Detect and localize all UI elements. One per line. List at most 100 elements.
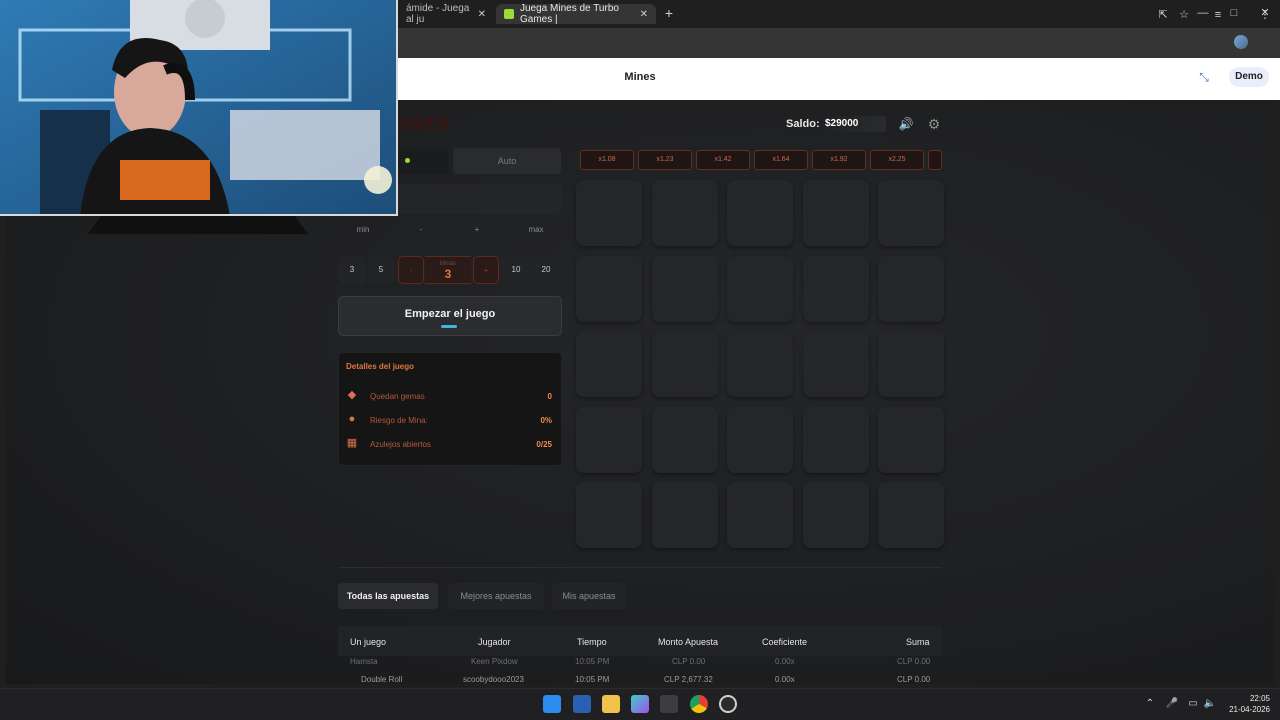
webcam-stand <box>88 216 308 234</box>
new-tab-button[interactable]: + <box>660 4 678 22</box>
media-controls-icon[interactable]: ≡ <box>1210 7 1226 23</box>
windows-start-icon[interactable] <box>543 695 561 713</box>
mine-tile[interactable] <box>878 256 944 322</box>
bookmark-star-icon[interactable]: ☆ <box>1176 7 1192 23</box>
mine-tile[interactable] <box>878 331 944 397</box>
mines-quick-10[interactable]: 10 <box>503 256 529 284</box>
table-row-amount: CLP 2,677.32 <box>664 675 713 684</box>
multiplier-chip: x1.23 <box>638 150 692 170</box>
details-risk-label: Riesgo de Mina: <box>370 416 428 425</box>
store-icon[interactable] <box>660 695 678 713</box>
table-row-game: Double Roll <box>361 675 403 684</box>
balance-label: Saldo: <box>786 118 820 130</box>
bet-max-button[interactable]: max <box>511 222 561 238</box>
demo-button[interactable]: Demo <box>1229 67 1269 87</box>
copilot-icon[interactable] <box>631 695 649 713</box>
mine-tile[interactable] <box>803 331 869 397</box>
clock-time: 22:05 <box>1249 694 1270 703</box>
collapse-icon[interactable]: ⤡ <box>1196 70 1212 84</box>
tray-chevron-icon[interactable]: ⌃ <box>1143 697 1157 711</box>
bets-table-header <box>338 626 942 656</box>
bet-amount-input[interactable] <box>398 184 562 214</box>
mine-tile[interactable] <box>652 407 718 473</box>
mine-tile[interactable] <box>878 407 944 473</box>
tab-best-bets[interactable]: Mejores apuestas <box>448 583 544 609</box>
mines-value: 3 <box>444 267 452 281</box>
mines-increment-button[interactable]: + <box>473 256 499 284</box>
word-icon[interactable] <box>573 695 591 713</box>
browser-tab-inactive[interactable]: ámide - Juega al ju ✕ <box>398 3 494 25</box>
mine-tile[interactable] <box>576 180 642 246</box>
volume-icon[interactable]: 🔈 <box>1203 697 1217 711</box>
mine-tile[interactable] <box>803 482 869 548</box>
tab-my-bets[interactable]: Mis apuestas <box>552 583 626 609</box>
mine-tile[interactable] <box>652 482 718 548</box>
mines-count-display: Minas 3 <box>425 256 471 284</box>
section-divider <box>338 567 942 568</box>
column-header-amount: Monto Apuesta <box>658 637 719 647</box>
bet-increase-button[interactable]: + <box>452 222 502 238</box>
gem-icon: ◆ <box>347 389 357 401</box>
mine-tile[interactable] <box>576 256 642 322</box>
microphone-icon[interactable]: 🎤 <box>1165 697 1179 711</box>
mine-tile[interactable] <box>878 180 944 246</box>
chrome-icon[interactable] <box>690 695 708 713</box>
start-button-indicator <box>441 325 457 328</box>
webcam-image <box>0 0 396 214</box>
mine-tile[interactable] <box>727 256 793 322</box>
multiplier-chip: x1.42 <box>696 150 750 170</box>
mine-tile[interactable] <box>803 407 869 473</box>
gear-icon[interactable]: ⚙ <box>926 116 942 132</box>
taskbar-clock[interactable]: 22:05 21-04-2026 <box>1222 693 1270 715</box>
bomb-icon: ● <box>348 413 356 425</box>
bet-decrease-button[interactable]: - <box>396 222 446 238</box>
mine-tile[interactable] <box>727 180 793 246</box>
close-tab-icon[interactable]: ✕ <box>478 9 486 20</box>
site-favicon-icon <box>504 9 514 19</box>
mine-tile[interactable] <box>727 331 793 397</box>
mine-tile[interactable] <box>652 180 718 246</box>
mine-tile[interactable] <box>576 407 642 473</box>
mine-tile[interactable] <box>727 407 793 473</box>
mines-quick-3[interactable]: 3 <box>339 256 365 284</box>
start-game-button[interactable]: Empezar el juego <box>338 296 562 336</box>
mines-quick-5[interactable]: 5 <box>368 256 394 284</box>
mine-tile[interactable] <box>803 180 869 246</box>
table-row-amount: CLP 0.00 <box>672 657 706 666</box>
file-explorer-icon[interactable] <box>602 695 620 713</box>
details-tiles-label: Azulejos abiertos <box>370 440 431 449</box>
details-gems-label: Quedan gemas <box>370 392 425 401</box>
bet-min-button[interactable]: min <box>338 222 388 238</box>
table-row-sum: CLP 0.00 <box>897 675 931 684</box>
details-gems-value: 0 <box>547 392 552 401</box>
details-title: Detalles del juego <box>346 362 415 371</box>
column-header-sum: Suma <box>906 637 930 647</box>
sound-icon[interactable]: 🔊 <box>898 116 914 132</box>
mines-quick-20[interactable]: 20 <box>533 256 559 284</box>
mine-tile[interactable] <box>652 331 718 397</box>
column-header-coefficient: Coeficiente <box>762 637 808 647</box>
browser-menu-icon[interactable]: ⋮ <box>1257 7 1273 23</box>
mine-tile[interactable] <box>576 482 642 548</box>
profile-avatar-icon[interactable] <box>1234 35 1248 49</box>
multiplier-chip: x1.64 <box>754 150 808 170</box>
column-header-player: Jugador <box>478 637 511 647</box>
tab-title: Juega Mines de Turbo Games | <box>520 3 619 25</box>
tab-all-bets[interactable]: Todas las apuestas <box>338 583 438 609</box>
details-tiles-value: 0/25 <box>536 440 552 449</box>
mine-tile[interactable] <box>803 256 869 322</box>
network-icon[interactable]: ▭ <box>1186 697 1200 711</box>
mine-tile[interactable] <box>576 331 642 397</box>
close-tab-icon[interactable]: ✕ <box>640 9 648 20</box>
mines-decrement-button[interactable]: - <box>398 256 424 284</box>
install-app-icon[interactable]: ⇱ <box>1155 7 1171 23</box>
mine-tile[interactable] <box>727 482 793 548</box>
table-row-coef: 0.00x <box>775 657 795 666</box>
mine-tile[interactable] <box>652 256 718 322</box>
mine-tile[interactable] <box>878 482 944 548</box>
app-icon[interactable] <box>719 695 737 713</box>
mode-auto-tab[interactable]: Auto <box>453 148 561 174</box>
column-header-game: Un juego <box>350 637 387 647</box>
table-row-coef: 0.00x <box>775 675 795 684</box>
browser-tab-active[interactable]: Juega Mines de Turbo Games | ✕ <box>496 3 656 25</box>
